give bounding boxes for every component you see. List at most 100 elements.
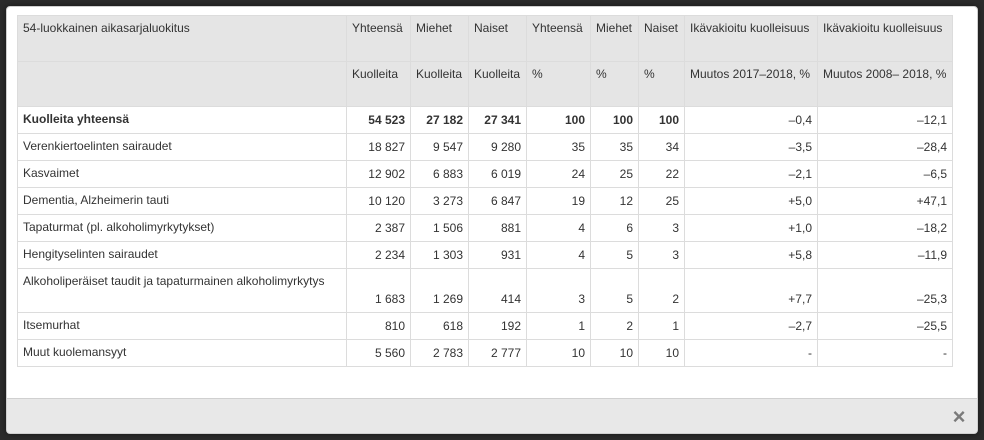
table-cell: 9 280: [468, 133, 527, 161]
header-cell: Miehet: [410, 15, 469, 62]
table-cell: 100: [526, 106, 591, 134]
table-cell: 5: [590, 268, 639, 313]
table-row: Hengityselinten sairaudet 2 234 1 303 931 4 5…: [17, 241, 953, 269]
table-cell: 2 234: [346, 241, 411, 269]
table-cell: –2,7: [684, 312, 818, 340]
table-row: Verenkiertoelinten sairaudet 18 827 9 547 9…: [17, 133, 953, 161]
table-cell: 414: [468, 268, 527, 313]
table-row: Itsemurhat 810 618 192 1 2 1 –2,7 –25,5: [17, 312, 953, 340]
close-icon[interactable]: ×: [949, 406, 969, 428]
table-cell: 27 341: [468, 106, 527, 134]
modal-content: 54-luokkainen aikasarjaluokitus Yhteensä…: [17, 15, 967, 367]
table-body: Kuolleita yhteensä 54 523 27 182 27 341 100 1…: [17, 106, 953, 367]
table-cell: 9 547: [410, 133, 469, 161]
table-cell: 3: [638, 214, 685, 242]
table-cell: 12 902: [346, 160, 411, 188]
row-label: Dementia, Alzheimerin tauti: [17, 187, 347, 215]
header-cell: [17, 61, 347, 107]
modal-footer: ×: [7, 398, 977, 433]
header-row-1: 54-luokkainen aikasarjaluokitus Yhteensä…: [17, 15, 953, 62]
header-cell: %: [638, 61, 685, 107]
table-cell: –3,5: [684, 133, 818, 161]
header-cell: Kuolleita: [346, 61, 411, 107]
table-cell: –25,3: [817, 268, 953, 313]
table-row: Muut kuolemansyyt 5 560 2 783 2 777 10 10 10- -: [17, 339, 953, 367]
table-cell: +1,0: [684, 214, 818, 242]
table-cell: 6 019: [468, 160, 527, 188]
header-cell: Miehet: [590, 15, 639, 62]
header-cell: Muutos 2008– 2018, %: [817, 61, 953, 107]
table-cell: 10: [590, 339, 639, 367]
table-row: Dementia, Alzheimerin tauti 10 120 3 273 6 …: [17, 187, 953, 215]
table-row: Kasvaimet 12 902 6 883 6 019 24 25 22 –2,1 –6,5: [17, 160, 953, 188]
header-cell: Ikävakioitu kuolleisuus: [817, 15, 953, 62]
table-cell: –12,1: [817, 106, 953, 134]
table-cell: –6,5: [817, 160, 953, 188]
table-cell: 100: [590, 106, 639, 134]
row-label: Tapaturmat (pl. alkoholimyrkytykset): [17, 214, 347, 242]
table-cell: 54 523: [346, 106, 411, 134]
table-cell: 2: [590, 312, 639, 340]
header-cell: Kuolleita: [468, 61, 527, 107]
header-cell: Naiset: [638, 15, 685, 62]
row-label: Verenkiertoelinten sairaudet: [17, 133, 347, 161]
header-cell: Kuolleita: [410, 61, 469, 107]
table-cell: 5: [590, 241, 639, 269]
table-cell: 6 883: [410, 160, 469, 188]
table-cell: 6: [590, 214, 639, 242]
row-label: Muut kuolemansyyt: [17, 339, 347, 367]
row-label: Kuolleita yhteensä: [17, 106, 347, 134]
row-label: Alkoholiperäiset taudit ja tapaturmainen…: [17, 268, 347, 313]
table-cell: -: [684, 339, 818, 367]
table-cell: –2,1: [684, 160, 818, 188]
table-cell: 10 120: [346, 187, 411, 215]
row-label: Itsemurhat: [17, 312, 347, 340]
table-cell: 1 506: [410, 214, 469, 242]
table-cell: 881: [468, 214, 527, 242]
causes-of-death-table: 54-luokkainen aikasarjaluokitus Yhteensä…: [17, 15, 953, 367]
table-cell: 1 269: [410, 268, 469, 313]
table-cell: 2 783: [410, 339, 469, 367]
table-cell: –25,5: [817, 312, 953, 340]
table-cell: –0,4: [684, 106, 818, 134]
table-cell: 35: [590, 133, 639, 161]
table-cell: 19: [526, 187, 591, 215]
table-cell: 2 777: [468, 339, 527, 367]
table-cell: 24: [526, 160, 591, 188]
table-cell: 22: [638, 160, 685, 188]
table-cell: 3: [638, 241, 685, 269]
table-cell: 4: [526, 214, 591, 242]
table-cell: 10: [638, 339, 685, 367]
table-cell: +5,8: [684, 241, 818, 269]
header-cell: 54-luokkainen aikasarjaluokitus: [17, 15, 347, 62]
table-cell: +5,0: [684, 187, 818, 215]
table-cell: 1 303: [410, 241, 469, 269]
table-cell: 192: [468, 312, 527, 340]
table-cell: 3: [526, 268, 591, 313]
table-cell: –18,2: [817, 214, 953, 242]
header-cell: Yhteensä: [346, 15, 411, 62]
table-cell: 1: [638, 312, 685, 340]
table-cell: -: [817, 339, 953, 367]
table-cell: 100: [638, 106, 685, 134]
table-cell: 25: [590, 160, 639, 188]
table-cell: +47,1: [817, 187, 953, 215]
table-cell: 1: [526, 312, 591, 340]
table-cell: 18 827: [346, 133, 411, 161]
table-row: Alkoholiperäiset taudit ja tapaturmainen…: [17, 268, 953, 313]
row-label: Hengityselinten sairaudet: [17, 241, 347, 269]
table-cell: 34: [638, 133, 685, 161]
table-cell: 5 560: [346, 339, 411, 367]
header-cell: Ikävakioitu kuolleisuus: [684, 15, 818, 62]
table-cell: 25: [638, 187, 685, 215]
table-cell: 2: [638, 268, 685, 313]
table-cell: –28,4: [817, 133, 953, 161]
table-cell: 4: [526, 241, 591, 269]
table-cell: 27 182: [410, 106, 469, 134]
table-cell: 618: [410, 312, 469, 340]
table-cell: 931: [468, 241, 527, 269]
header-row-2: Kuolleita Kuolleita Kuolleita % % % Muut…: [17, 61, 953, 107]
table-row: Kuolleita yhteensä 54 523 27 182 27 341 100 1…: [17, 106, 953, 134]
table-cell: 1 683: [346, 268, 411, 313]
row-label: Kasvaimet: [17, 160, 347, 188]
